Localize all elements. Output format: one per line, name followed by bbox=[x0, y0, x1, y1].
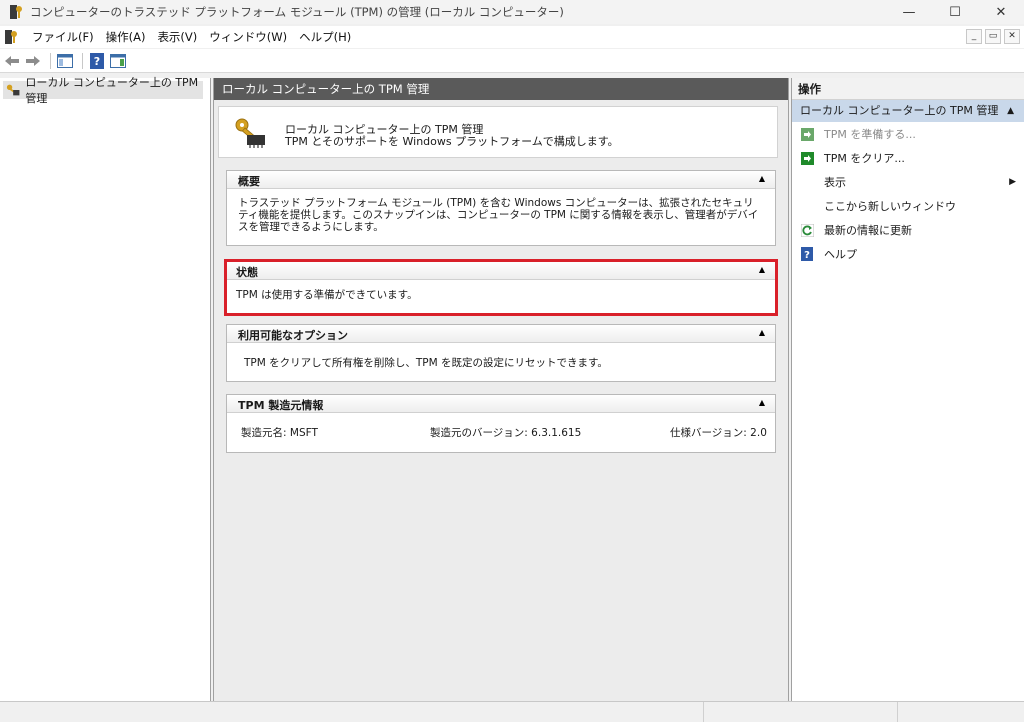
manufacturer-info: 製造元名: MSFT 製造元のバージョン: 6.3.1.615 仕様バージョン:… bbox=[227, 413, 775, 453]
green-arrow-icon bbox=[800, 127, 814, 141]
action-group-title: ローカル コンピューター上の TPM 管理 bbox=[800, 104, 999, 117]
action-label: ヘルプ bbox=[824, 248, 857, 261]
collapse-icon[interactable]: ▲ bbox=[759, 174, 765, 183]
options-header[interactable]: 利用可能なオプション ▲ bbox=[227, 325, 775, 343]
action-label: TPM を準備する... bbox=[824, 128, 916, 141]
manufacturer-name-value: MSFT bbox=[289, 427, 318, 439]
collapse-icon[interactable]: ▲ bbox=[759, 265, 765, 274]
manufacturer-version: 製造元のバージョン: 6.3.1.615 bbox=[430, 427, 581, 439]
tree-item-tpm-management[interactable]: ローカル コンピューター上の TPM 管理 bbox=[3, 76, 203, 105]
show-hide-console-tree-icon[interactable] bbox=[56, 52, 74, 70]
intro-banner: ローカル コンピューター上の TPM 管理 TPM とそのサポートを Windo… bbox=[218, 106, 778, 158]
manufacturer-name: 製造元名: MSFT bbox=[241, 427, 318, 439]
overview-section: 概要 ▲ トラステッド プラットフォーム モジュール (TPM) を含む Win… bbox=[226, 170, 776, 246]
manufacturer-version-value: 6.3.1.615 bbox=[531, 427, 582, 439]
maximize-button[interactable]: ☐ bbox=[932, 0, 978, 24]
help-icon[interactable]: ? bbox=[88, 52, 106, 70]
intro-subtitle: TPM とそのサポートを Windows プラットフォームで構成します。 bbox=[285, 135, 619, 148]
refresh-icon bbox=[800, 223, 814, 237]
menu-window[interactable]: ウィンドウ(W) bbox=[203, 26, 293, 48]
key-chip-icon bbox=[6, 84, 20, 96]
action-label: ここから新しいウィンドウ bbox=[824, 200, 956, 213]
action-pane-header: 操作 bbox=[792, 78, 1024, 100]
status-text: TPM は使用する準備ができています。 bbox=[236, 289, 418, 301]
status-bar-divider bbox=[703, 702, 704, 722]
status-header[interactable]: 状態 ▲ bbox=[227, 262, 775, 280]
toolbar: ? bbox=[0, 49, 1024, 73]
menu-file[interactable]: ファイル(F) bbox=[26, 26, 100, 48]
action-help[interactable]: ? ヘルプ bbox=[792, 242, 1024, 266]
help-icon: ? bbox=[800, 247, 814, 261]
action-label: 最新の情報に更新 bbox=[824, 224, 912, 237]
results-pane: ローカル コンピューター上の TPM 管理 ローカル コンピューター上の TPM… bbox=[213, 78, 789, 701]
child-minimize-button[interactable]: _ bbox=[966, 29, 982, 44]
menu-help[interactable]: ヘルプ(H) bbox=[293, 26, 357, 48]
overview-text: トラステッド プラットフォーム モジュール (TPM) を含む Windows … bbox=[238, 197, 759, 233]
child-restore-button[interactable]: ▭ bbox=[985, 29, 1001, 44]
action-label: 表示 bbox=[824, 176, 846, 189]
spec-version-value: 2.0 bbox=[750, 427, 767, 439]
action-new-window[interactable]: ここから新しいウィンドウ bbox=[792, 194, 1024, 218]
results-pane-header: ローカル コンピューター上の TPM 管理 bbox=[214, 78, 788, 100]
overview-title: 概要 bbox=[238, 175, 260, 188]
title-bar: コンピューターのトラステッド プラットフォーム モジュール (TPM) の管理 … bbox=[0, 0, 1024, 24]
svg-text:?: ? bbox=[804, 250, 810, 261]
options-text: TPM をクリアして所有権を削除し、TPM を既定の設定にリセットできます。 bbox=[244, 357, 608, 369]
submenu-arrow-icon: ▶ bbox=[1009, 177, 1016, 187]
action-prepare-tpm[interactable]: TPM を準備する... bbox=[792, 122, 1024, 146]
results-pane-body: ローカル コンピューター上の TPM 管理 TPM とそのサポートを Windo… bbox=[214, 100, 788, 701]
tree-item-label: ローカル コンピューター上の TPM 管理 bbox=[25, 76, 199, 105]
spec-version-label: 仕様バージョン: bbox=[670, 427, 747, 439]
green-arrow-icon bbox=[800, 151, 814, 165]
tpm-app-icon bbox=[10, 5, 22, 19]
close-button[interactable]: ✕ bbox=[978, 0, 1024, 24]
window-title: コンピューターのトラステッド プラットフォーム モジュール (TPM) の管理 … bbox=[30, 5, 564, 19]
status-title: 状態 bbox=[236, 266, 258, 279]
menu-bar: ファイル(F) 操作(A) 表示(V) ウィンドウ(W) ヘルプ(H) _ ▭ … bbox=[0, 26, 1024, 48]
status-bar-divider bbox=[897, 702, 898, 722]
toolbar-separator bbox=[50, 52, 51, 69]
options-title: 利用可能なオプション bbox=[238, 329, 348, 342]
overview-header[interactable]: 概要 ▲ bbox=[227, 171, 775, 189]
action-clear-tpm[interactable]: TPM をクリア... bbox=[792, 146, 1024, 170]
manufacturer-version-label: 製造元のバージョン: bbox=[430, 427, 528, 439]
tpm-key-icon bbox=[235, 118, 265, 148]
show-hide-action-pane-icon[interactable] bbox=[109, 52, 127, 70]
action-refresh[interactable]: 最新の情報に更新 bbox=[792, 218, 1024, 242]
minimize-button[interactable]: — bbox=[886, 0, 932, 24]
console-tree-pane: ローカル コンピューター上の TPM 管理 bbox=[0, 76, 211, 701]
manufacturer-section: TPM 製造元情報 ▲ 製造元名: MSFT 製造元のバージョン: 6.3.1.… bbox=[226, 394, 776, 453]
forward-arrow-icon[interactable] bbox=[24, 52, 42, 70]
child-close-button[interactable]: ✕ bbox=[1004, 29, 1020, 44]
collapse-icon[interactable]: ▲ bbox=[1007, 100, 1014, 122]
svg-text:?: ? bbox=[94, 55, 100, 68]
status-bar bbox=[0, 701, 1024, 722]
manufacturer-name-label: 製造元名: bbox=[241, 427, 287, 439]
action-view[interactable]: 表示 ▶ bbox=[792, 170, 1024, 194]
manufacturer-header[interactable]: TPM 製造元情報 ▲ bbox=[227, 395, 775, 413]
action-label: TPM をクリア... bbox=[824, 152, 905, 165]
blank-icon bbox=[800, 175, 814, 189]
options-section: 利用可能なオプション ▲ TPM をクリアして所有権を削除し、TPM を既定の設… bbox=[226, 324, 776, 382]
back-arrow-icon[interactable] bbox=[3, 52, 21, 70]
collapse-icon[interactable]: ▲ bbox=[759, 328, 765, 337]
menu-view[interactable]: 表示(V) bbox=[151, 26, 203, 48]
action-pane: 操作 ローカル コンピューター上の TPM 管理 ▲ TPM を準備する... … bbox=[791, 78, 1024, 701]
toolbar-separator bbox=[82, 52, 83, 69]
status-section: 状態 ▲ TPM は使用する準備ができています。 bbox=[224, 259, 778, 316]
spec-version: 仕様バージョン: 2.0 bbox=[670, 427, 767, 439]
action-group-header[interactable]: ローカル コンピューター上の TPM 管理 ▲ bbox=[792, 100, 1024, 122]
menu-action[interactable]: 操作(A) bbox=[100, 26, 152, 48]
tpm-document-icon[interactable] bbox=[4, 29, 18, 45]
collapse-icon[interactable]: ▲ bbox=[759, 398, 765, 407]
blank-icon bbox=[800, 199, 814, 213]
manufacturer-title: TPM 製造元情報 bbox=[238, 399, 324, 412]
